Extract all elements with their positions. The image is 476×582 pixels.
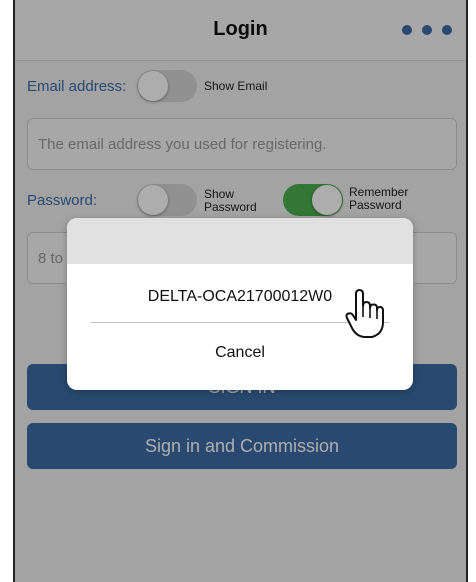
phone-screen: Login Email address: Show Email The emai… xyxy=(13,0,468,582)
cancel-button[interactable]: Cancel xyxy=(67,344,413,362)
hand-pointer-icon xyxy=(345,289,384,338)
dialog-header xyxy=(67,218,413,264)
